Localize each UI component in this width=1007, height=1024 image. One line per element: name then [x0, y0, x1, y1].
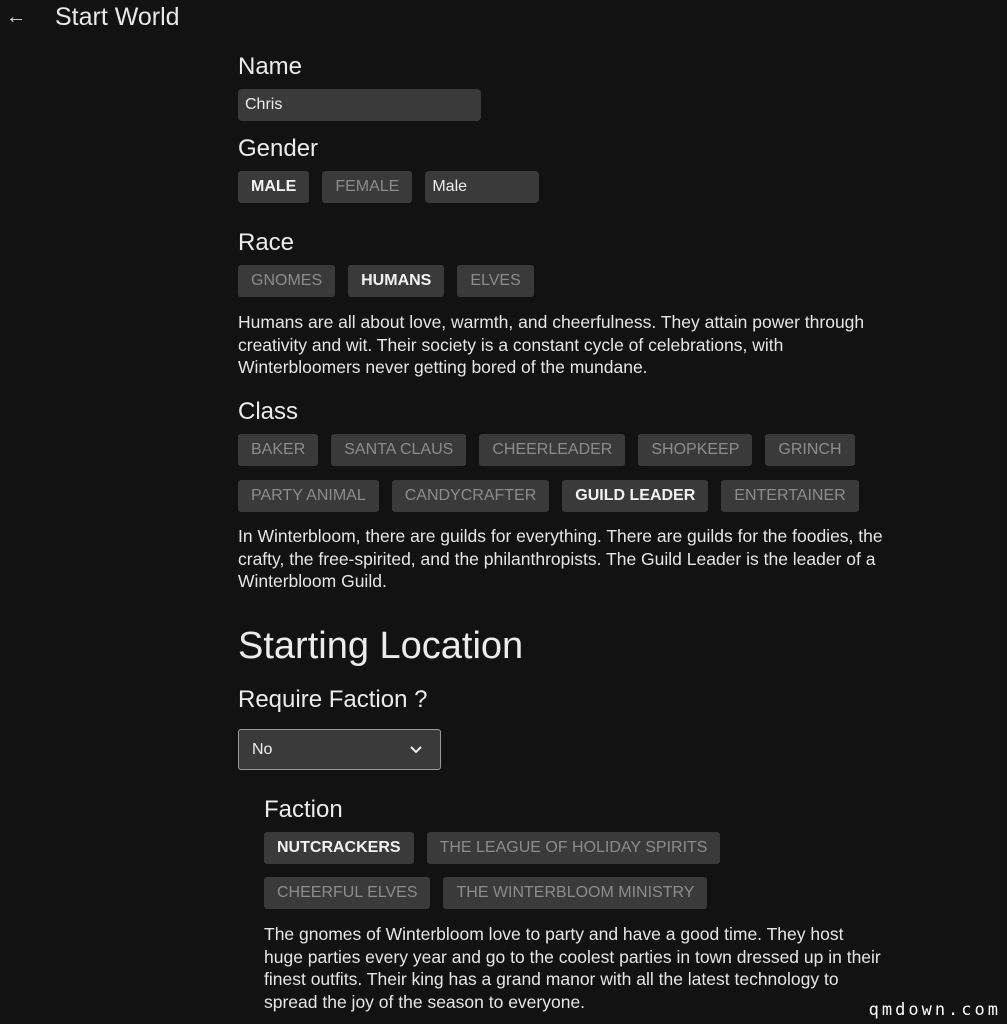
class-party-animal-button[interactable]: PARTY ANIMAL [238, 480, 379, 512]
class-candycrafter-button[interactable]: CANDYCRAFTER [391, 480, 550, 512]
require-faction-label: Require Faction ? [238, 686, 428, 713]
faction-cheerful-elves-button[interactable]: CHEERFUL ELVES [264, 877, 431, 909]
class-baker-button[interactable]: BAKER [238, 434, 319, 466]
class-label: Class [238, 398, 299, 425]
chevron-down-icon [410, 730, 422, 769]
require-faction-select[interactable]: No [238, 729, 441, 770]
faction-nutcrackers-button[interactable]: NUTCRACKERS [264, 832, 414, 864]
class-santa-claus-button[interactable]: SANTA CLAUS [331, 434, 467, 466]
class-description: In Winterbloom, there are guilds for eve… [238, 526, 883, 591]
race-description: Humans are all about love, warmth, and c… [238, 312, 865, 377]
class-grinch-button[interactable]: GRINCH [765, 434, 855, 466]
gender-female-button[interactable]: FEMALE [322, 171, 413, 203]
faction-label: Faction [264, 796, 343, 823]
class-entertainer-button[interactable]: ENTERTAINER [721, 480, 859, 512]
gender-custom-input[interactable]: Male [425, 171, 540, 203]
gender-options: MALE FEMALE Male [238, 171, 540, 203]
race-options: GNOMES HUMANS ELVES [238, 265, 534, 297]
race-elves-button[interactable]: ELVES [457, 265, 534, 297]
class-shopkeep-button[interactable]: SHOPKEEP [638, 434, 753, 466]
faction-options-row2: CHEERFUL ELVES THE WINTERBLOOM MINISTRY [264, 877, 708, 909]
faction-description: The gnomes of Winterbloom love to party … [264, 924, 881, 1012]
class-options-row1: BAKER SANTA CLAUS CHEERLEADER SHOPKEEP G… [238, 434, 855, 466]
starting-location-heading: Starting Location [238, 625, 524, 667]
class-options-row2: PARTY ANIMAL CANDYCRAFTER GUILD LEADER E… [238, 480, 859, 512]
faction-league-button[interactable]: THE LEAGUE OF HOLIDAY SPIRITS [426, 832, 721, 864]
name-label: Name [238, 53, 303, 80]
class-cheerleader-button[interactable]: CHEERLEADER [479, 434, 626, 466]
faction-ministry-button[interactable]: THE WINTERBLOOM MINISTRY [443, 877, 708, 909]
page-title: Start World [55, 3, 180, 31]
require-faction-value: No [252, 741, 273, 758]
name-input[interactable]: Chris [238, 89, 481, 121]
race-gnomes-button[interactable]: GNOMES [238, 265, 336, 297]
faction-options-row1: NUTCRACKERS THE LEAGUE OF HOLIDAY SPIRIT… [264, 832, 721, 864]
gender-male-button[interactable]: MALE [238, 171, 310, 203]
race-label: Race [238, 229, 295, 256]
race-humans-button[interactable]: HUMANS [348, 265, 445, 297]
watermark: qmdown.com [868, 1000, 1001, 1020]
class-guild-leader-button[interactable]: GUILD LEADER [562, 480, 709, 512]
back-arrow-icon[interactable]: ← [6, 6, 26, 29]
gender-label: Gender [238, 135, 319, 162]
